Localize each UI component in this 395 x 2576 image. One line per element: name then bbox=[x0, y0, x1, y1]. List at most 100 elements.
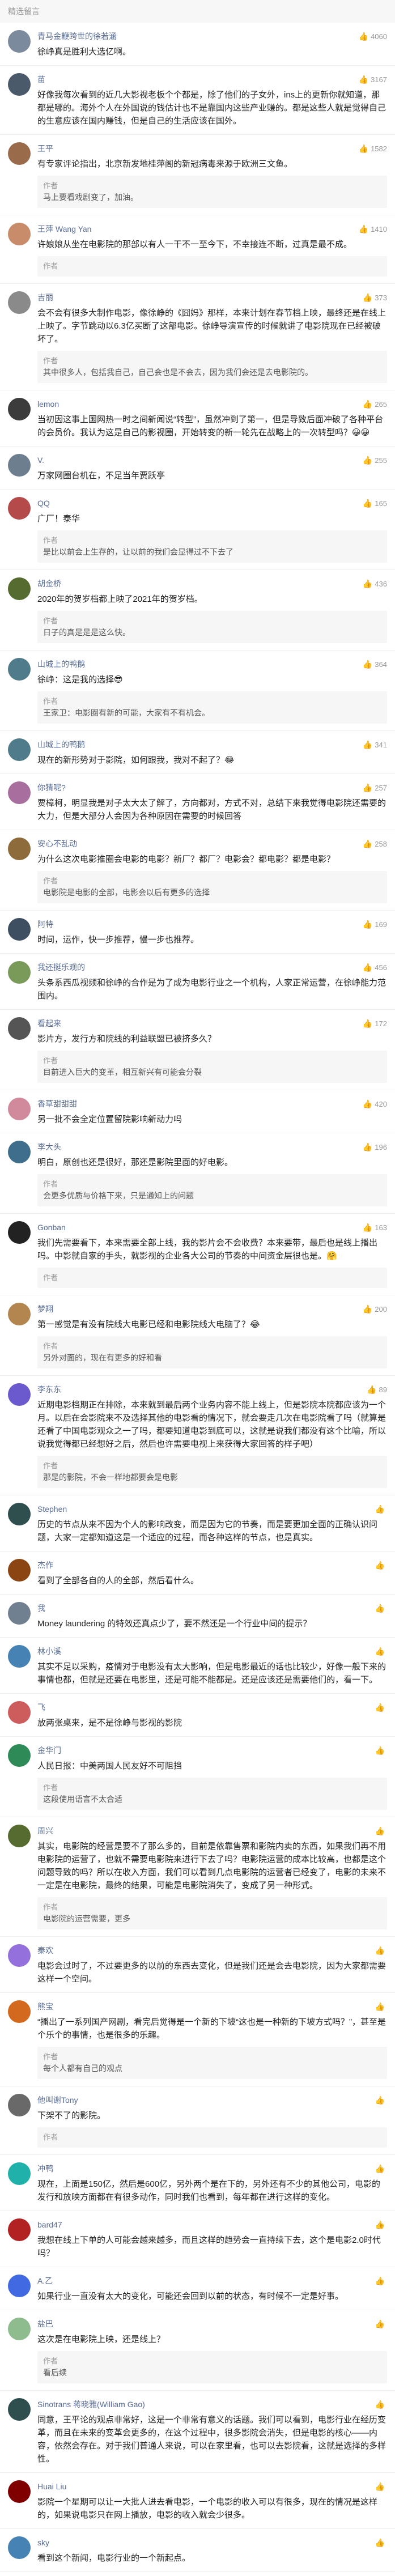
avatar[interactable] bbox=[8, 1944, 31, 1967]
commenter-name[interactable]: lemon bbox=[37, 399, 59, 409]
commenter-name[interactable]: Sinotrans 蒋晓雅(William Gao) bbox=[37, 2399, 145, 2410]
like-button[interactable]: 👍 373 bbox=[363, 293, 387, 303]
like-button[interactable]: 👍 bbox=[375, 1604, 387, 1613]
like-button[interactable]: 👍 bbox=[375, 1703, 387, 1712]
avatar[interactable] bbox=[8, 1303, 31, 1325]
like-button[interactable]: 👍 258 bbox=[363, 839, 387, 849]
avatar[interactable] bbox=[8, 738, 31, 761]
commenter-name[interactable]: 杰作 bbox=[37, 1559, 53, 1571]
commenter-name[interactable]: 林小溪 bbox=[37, 1646, 61, 1657]
like-button[interactable]: 👍 1582 bbox=[359, 144, 387, 154]
like-button[interactable]: 👍 bbox=[375, 2319, 387, 2329]
avatar[interactable] bbox=[8, 291, 31, 314]
commenter-name[interactable]: 冲鸭 bbox=[37, 2163, 53, 2174]
avatar[interactable] bbox=[8, 1645, 31, 1668]
avatar[interactable] bbox=[8, 142, 31, 165]
commenter-name[interactable]: 金华门 bbox=[37, 1745, 61, 1756]
avatar[interactable] bbox=[8, 961, 31, 984]
commenter-name[interactable]: 安心不乱动 bbox=[37, 838, 77, 849]
avatar[interactable] bbox=[8, 30, 31, 53]
commenter-name[interactable]: 梦翔 bbox=[37, 1303, 53, 1315]
avatar[interactable] bbox=[8, 918, 31, 941]
like-button[interactable]: 👍 bbox=[375, 1647, 387, 1656]
like-button[interactable]: 👍 bbox=[375, 2220, 387, 2230]
like-button[interactable]: 👍 bbox=[375, 1746, 387, 1755]
like-button[interactable]: 👍 1410 bbox=[359, 224, 387, 234]
like-button[interactable]: 👍 456 bbox=[363, 963, 387, 972]
like-button[interactable]: 👍 bbox=[375, 1826, 387, 1836]
avatar[interactable] bbox=[8, 2318, 31, 2340]
commenter-name[interactable]: 看起来 bbox=[37, 1018, 61, 1029]
commenter-name[interactable]: bard47 bbox=[37, 2220, 62, 2229]
commenter-name[interactable]: 盐巴 bbox=[37, 2318, 53, 2330]
like-button[interactable]: 👍 436 bbox=[363, 579, 387, 589]
like-button[interactable]: 👍 3167 bbox=[359, 75, 387, 84]
avatar[interactable] bbox=[8, 2162, 31, 2185]
avatar[interactable] bbox=[8, 2218, 31, 2241]
like-button[interactable]: 👍 89 bbox=[367, 1385, 387, 1395]
commenter-name[interactable]: Gonban bbox=[37, 1223, 66, 1232]
commenter-name[interactable]: 吉丽 bbox=[37, 292, 53, 303]
like-button[interactable]: 👍 255 bbox=[363, 456, 387, 465]
avatar[interactable] bbox=[8, 2536, 31, 2559]
like-button[interactable]: 👍 341 bbox=[363, 740, 387, 750]
like-button[interactable]: 👍 bbox=[375, 2002, 387, 2012]
avatar[interactable] bbox=[8, 2275, 31, 2297]
commenter-name[interactable]: Huai Liu bbox=[37, 2482, 66, 2491]
commenter-name[interactable]: 香草甜甜甜 bbox=[37, 1098, 77, 1110]
avatar[interactable] bbox=[8, 781, 31, 804]
commenter-name[interactable]: 李东东 bbox=[37, 1384, 61, 1395]
commenter-name[interactable]: 苗 bbox=[37, 74, 45, 85]
commenter-name[interactable]: QQ bbox=[37, 499, 50, 508]
like-button[interactable]: 👍 bbox=[375, 1561, 387, 1570]
avatar[interactable] bbox=[8, 1503, 31, 1525]
avatar[interactable] bbox=[8, 73, 31, 96]
avatar[interactable] bbox=[8, 658, 31, 681]
avatar[interactable] bbox=[8, 838, 31, 860]
like-button[interactable]: 👍 196 bbox=[363, 1142, 387, 1152]
commenter-name[interactable]: 李大头 bbox=[37, 1141, 61, 1153]
commenter-name[interactable]: 王萍 Wang Yan bbox=[37, 223, 91, 235]
like-button[interactable]: 👍 4060 bbox=[359, 32, 387, 41]
avatar[interactable] bbox=[8, 1825, 31, 1847]
like-button[interactable]: 👍 bbox=[375, 2095, 387, 2105]
commenter-name[interactable]: 山城上的鸭鹅 bbox=[37, 658, 85, 670]
avatar[interactable] bbox=[8, 577, 31, 600]
commenter-name[interactable]: 我还挺乐观的 bbox=[37, 962, 85, 973]
commenter-name[interactable]: 秦欢 bbox=[37, 1945, 53, 1956]
like-button[interactable]: 👍 172 bbox=[363, 1019, 387, 1028]
avatar[interactable] bbox=[8, 1559, 31, 1582]
commenter-name[interactable]: 山城上的鸭鹅 bbox=[37, 739, 85, 750]
commenter-name[interactable]: 飞 bbox=[37, 1702, 45, 1713]
like-button[interactable]: 👍 bbox=[375, 2482, 387, 2492]
like-button[interactable]: 👍 420 bbox=[363, 1099, 387, 1109]
avatar[interactable] bbox=[8, 2000, 31, 2023]
commenter-name[interactable]: 胡金桥 bbox=[37, 578, 61, 589]
commenter-name[interactable]: 周兴 bbox=[37, 1825, 53, 1837]
like-button[interactable]: 👍 bbox=[375, 2276, 387, 2286]
commenter-name[interactable]: 你猜呢? bbox=[37, 782, 66, 793]
avatar[interactable] bbox=[8, 1017, 31, 1040]
avatar[interactable] bbox=[8, 454, 31, 477]
avatar[interactable] bbox=[8, 1221, 31, 1244]
commenter-name[interactable]: 王平 bbox=[37, 143, 53, 154]
like-button[interactable]: 👍 165 bbox=[363, 499, 387, 508]
like-button[interactable]: 👍 169 bbox=[363, 920, 387, 929]
avatar[interactable] bbox=[8, 1602, 31, 1625]
like-button[interactable]: 👍 bbox=[375, 1946, 387, 1956]
commenter-name[interactable]: 阿特 bbox=[37, 919, 53, 930]
avatar[interactable] bbox=[8, 2480, 31, 2503]
avatar[interactable] bbox=[8, 1701, 31, 1724]
like-button[interactable]: 👍 265 bbox=[363, 399, 387, 409]
avatar[interactable] bbox=[8, 223, 31, 245]
commenter-name[interactable]: 青马金鞭跨世的徐若涵 bbox=[37, 31, 117, 42]
commenter-name[interactable]: 熊宝 bbox=[37, 2001, 53, 2012]
avatar[interactable] bbox=[8, 2094, 31, 2116]
like-button[interactable]: 👍 bbox=[375, 2400, 387, 2409]
commenter-name[interactable]: Stephen bbox=[37, 1504, 67, 1514]
like-button[interactable]: 👍 bbox=[375, 1504, 387, 1514]
commenter-name[interactable]: sky bbox=[37, 2538, 49, 2547]
avatar[interactable] bbox=[8, 1141, 31, 1163]
commenter-name[interactable]: 他叫谢Tony bbox=[37, 2094, 78, 2106]
avatar[interactable] bbox=[8, 398, 31, 420]
